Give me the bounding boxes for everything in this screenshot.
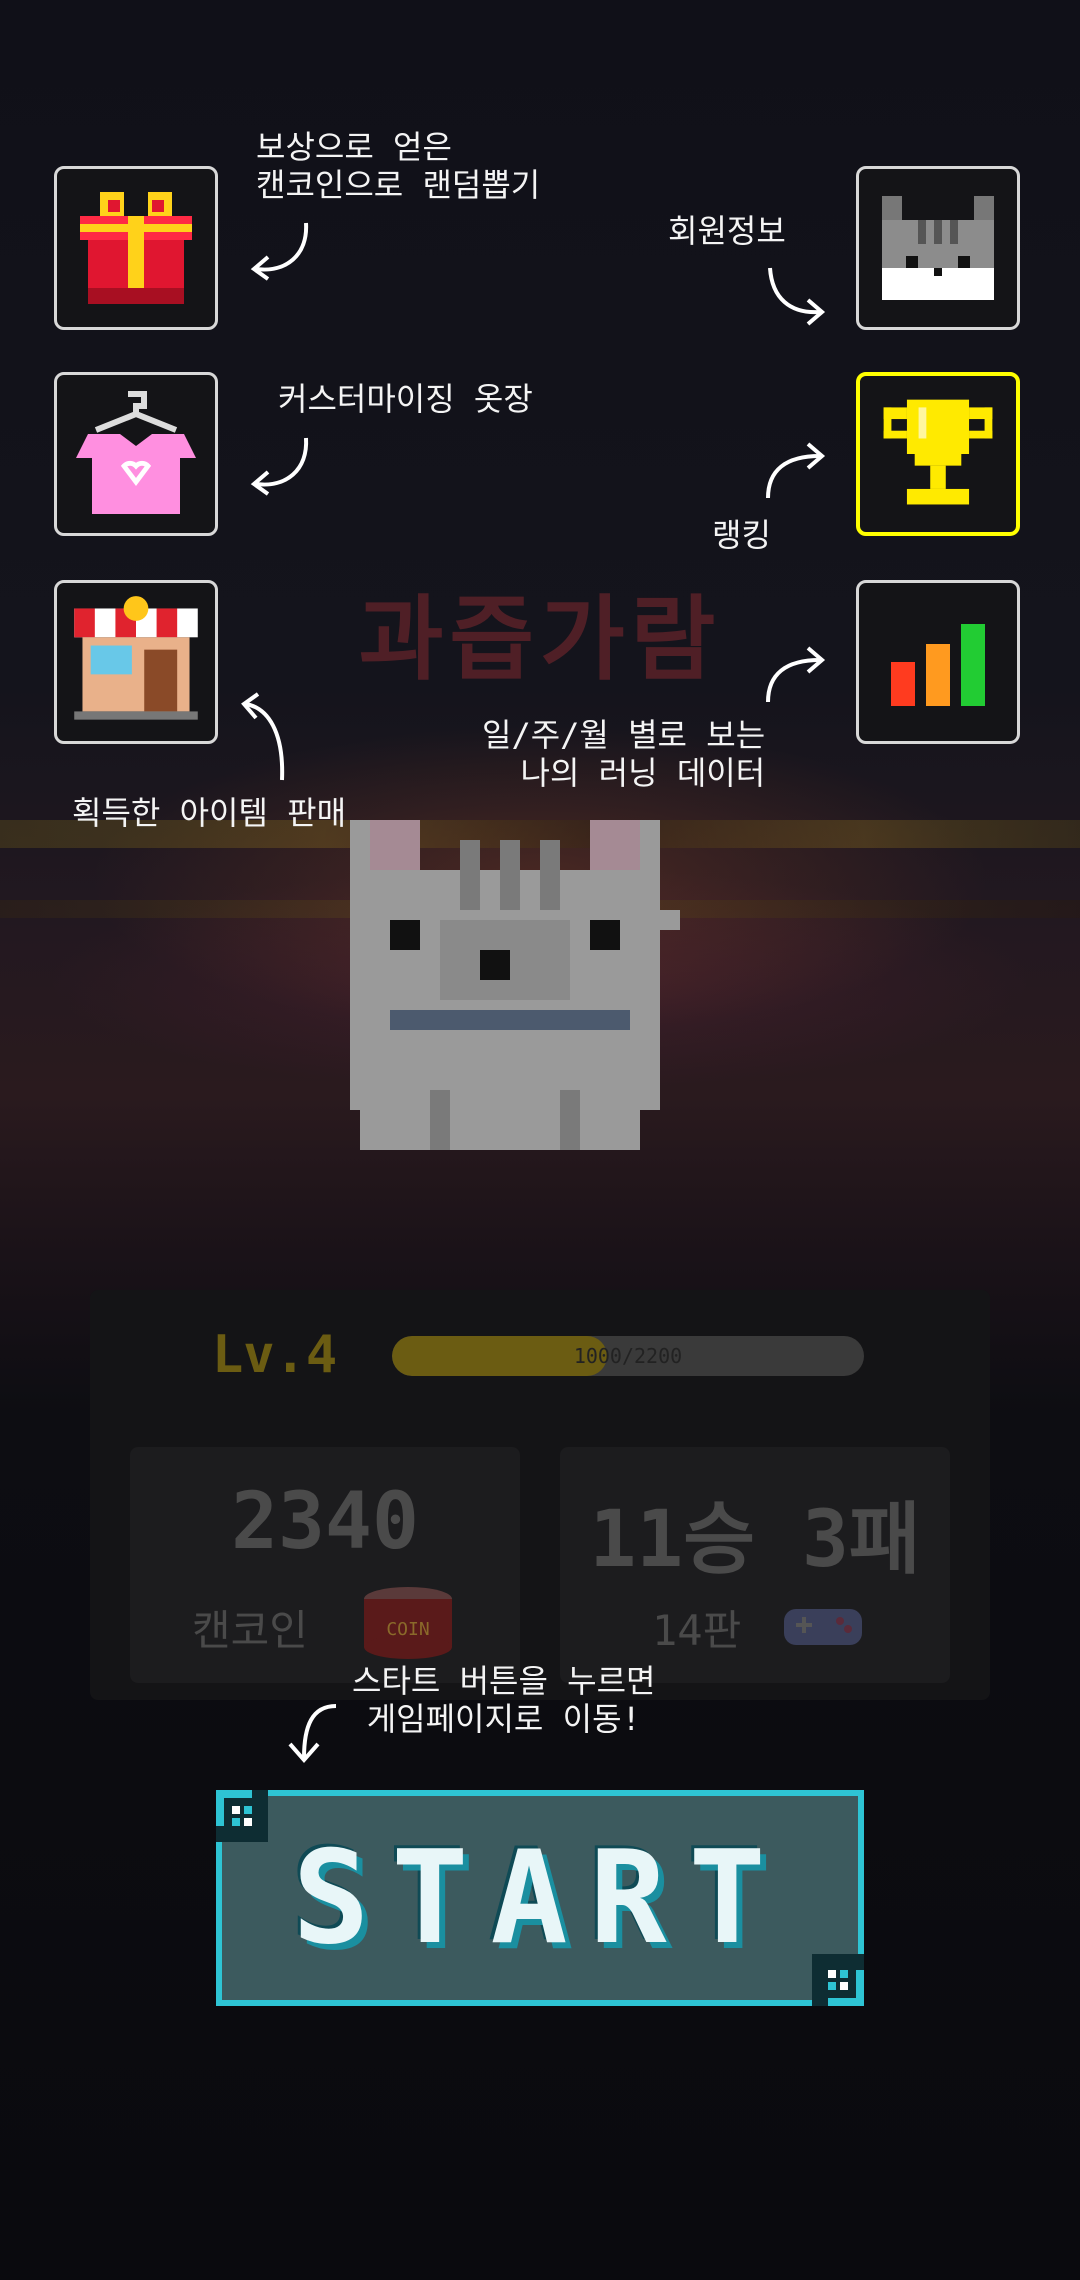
shirt-hanger-icon <box>76 391 196 514</box>
start-button[interactable]: START <box>216 1790 864 2006</box>
gacha-hint: 보상으로 얻은 캔코인으로 랜덤뽑기 <box>256 128 540 204</box>
shop-stall-icon <box>74 596 198 720</box>
coin-value: 2340 <box>231 1477 419 1567</box>
gacha-hint-line: 캔코인으로 랜덤뽑기 <box>256 166 541 204</box>
bar-chart-icon <box>891 624 985 706</box>
coin-card: 2340 캔코인 COIN <box>130 1447 520 1683</box>
coin-can-icon: COIN <box>364 1587 452 1659</box>
stats-hint: 일/주/월 별로 보는 나의 러닝 데이터 <box>482 716 765 792</box>
profile-button[interactable] <box>856 166 1020 330</box>
record-card: 11승 3패 14판 <box>560 1447 950 1683</box>
stats-hint-line: 나의 러닝 데이터 <box>520 754 766 792</box>
start-hint: 스타트 버튼을 누르면 게임페이지로 이동! <box>352 1662 656 1738</box>
curved-arrow-icon <box>766 442 826 499</box>
ranking-button[interactable] <box>856 372 1020 536</box>
corner-decoration-icon <box>216 1790 268 1842</box>
coin-label: 캔코인 <box>192 1606 308 1655</box>
games-played: 14판 <box>652 1606 742 1655</box>
win-loss-record: 11승 3패 <box>589 1495 921 1585</box>
stats-button[interactable] <box>856 580 1020 744</box>
xp-progress-text: 1000/2200 <box>573 1344 683 1368</box>
cat-character <box>350 820 680 1150</box>
curved-arrow-icon <box>250 222 309 281</box>
start-hint-line: 게임페이지로 이동! <box>366 1700 641 1738</box>
curved-arrow-icon <box>250 437 309 496</box>
ranking-hint: 랭킹 <box>712 516 771 554</box>
coin-can-text: COIN <box>386 1619 429 1640</box>
gacha-button[interactable] <box>54 166 218 330</box>
level-label: Lv.4 <box>212 1325 338 1385</box>
corner-decoration-icon <box>812 1954 864 2006</box>
start-button-label: START <box>292 1823 788 1973</box>
shop-hint: 획득한 아이템 판매 <box>72 794 347 832</box>
trophy-icon <box>883 399 993 505</box>
cat-face-icon <box>882 196 994 300</box>
curved-arrow-icon <box>288 1704 337 1764</box>
curved-arrow-icon <box>768 267 826 326</box>
start-hint-line: 스타트 버튼을 누르면 <box>352 1662 656 1700</box>
closet-hint: 커스터마이징 옷장 <box>278 380 533 418</box>
xp-progress-bar: 1000/2200 <box>392 1336 864 1376</box>
curved-arrow-icon <box>766 646 826 703</box>
gamepad-icon <box>784 1609 862 1645</box>
gacha-hint-line: 보상으로 얻은 <box>256 128 452 166</box>
stats-hint-line: 일/주/월 별로 보는 <box>482 716 766 754</box>
curved-arrow-icon <box>241 692 285 781</box>
closet-button[interactable] <box>54 372 218 536</box>
shop-button[interactable] <box>54 580 218 744</box>
gift-box-icon <box>80 192 192 304</box>
profile-hint: 회원정보 <box>668 212 786 250</box>
